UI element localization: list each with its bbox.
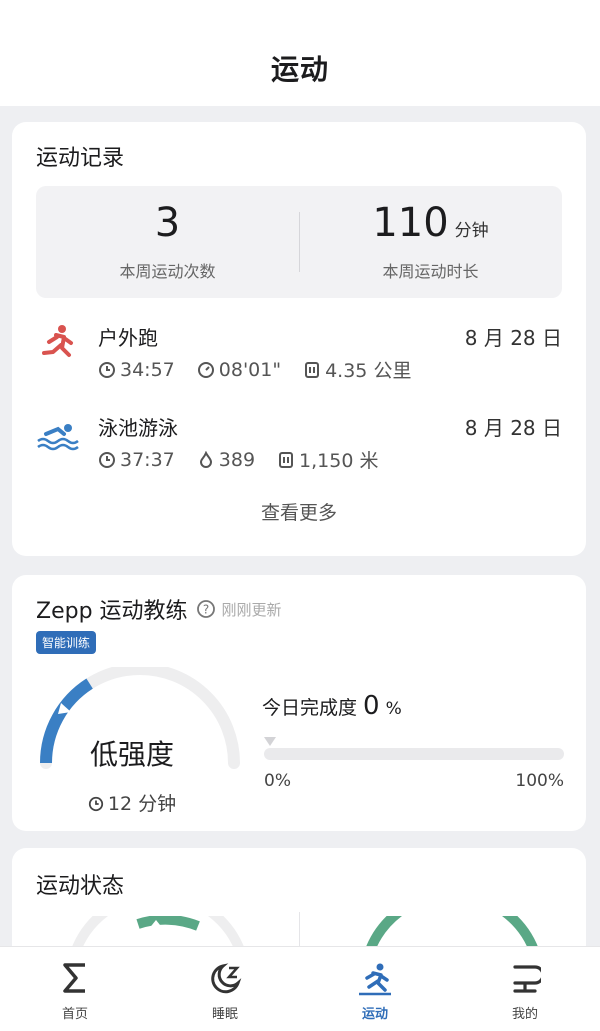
intensity-label: 低强度 xyxy=(89,738,174,771)
weekly-count-label: 本周运动次数 xyxy=(119,262,216,281)
status-title: 运动状态 xyxy=(36,874,125,899)
tab-label: 首页 xyxy=(61,1007,88,1022)
workout-icon xyxy=(359,963,391,996)
record-date: 8 月 28 日 xyxy=(464,326,562,350)
records-title: 运动记录 xyxy=(36,146,125,171)
flame-icon xyxy=(199,450,212,468)
stat-calories: 389 xyxy=(197,446,255,473)
clock-icon xyxy=(99,361,115,378)
record-item-pool-swim[interactable]: 泳池游泳 8 月 28 日 37:37 389 1,150 米 xyxy=(36,412,562,482)
weekly-count: 3 本周运动次数 xyxy=(36,186,299,298)
updated-text: 刚刚更新 xyxy=(221,600,282,619)
coach-card: Zepp 运动教练 ? 刚刚更新 智能训练 低强度 12 分钟 今日完成度 0 %… xyxy=(12,575,586,831)
sleep-icon xyxy=(211,963,242,994)
help-icon[interactable]: ? xyxy=(196,599,216,619)
clock-icon xyxy=(99,451,115,468)
pace-icon xyxy=(197,361,214,378)
weekly-count-value: 3 xyxy=(154,200,181,246)
stat-distance: 1,150 米 xyxy=(277,446,378,473)
record-date: 8 月 28 日 xyxy=(464,416,562,440)
completion-title: 今日完成度 0 % xyxy=(262,691,402,721)
coach-header: Zepp 运动教练 ? 刚刚更新 xyxy=(36,593,282,625)
tab-home[interactable]: 首页 xyxy=(0,947,150,1031)
tab-label: 睡眠 xyxy=(211,1007,238,1022)
record-stats: 37:37 389 1,150 米 xyxy=(98,446,400,473)
tab-label: 运动 xyxy=(361,1007,388,1022)
weekly-duration-value: 110 xyxy=(372,200,449,246)
smart-training-badge: 智能训练 xyxy=(36,631,97,654)
svg-text:?: ? xyxy=(202,603,208,617)
weekly-summary: 3 本周运动次数 110 分钟 本周运动时长 xyxy=(36,186,562,298)
progress-marker xyxy=(264,737,276,746)
profile-icon xyxy=(513,965,541,993)
tab-workout[interactable]: 运动 xyxy=(300,947,450,1031)
swimming-icon xyxy=(36,412,80,456)
clock-icon xyxy=(88,796,104,812)
sigma-icon xyxy=(63,963,85,993)
tab-label: 我的 xyxy=(511,1007,538,1022)
tab-sleep[interactable]: 睡眠 xyxy=(150,947,300,1031)
weekly-duration: 110 分钟 本周运动时长 xyxy=(299,186,562,298)
record-name: 泳池游泳 xyxy=(98,416,178,440)
top-header: 运动 xyxy=(0,0,600,106)
stat-duration: 34:57 xyxy=(98,356,175,383)
weekly-duration-label: 本周运动时长 xyxy=(382,262,479,281)
stat-duration: 37:37 xyxy=(98,446,175,473)
record-stats: 34:57 08'01" 4.35 公里 xyxy=(98,356,433,383)
view-more-link[interactable]: 查看更多 xyxy=(12,498,586,525)
tab-profile[interactable]: 我的 xyxy=(450,947,600,1031)
exercise-records-card: 运动记录 3 本周运动次数 110 分钟 本周运动时长 户外跑 8 月 28 日 … xyxy=(12,122,586,556)
bottom-tab-bar: 首页 睡眠 运动 我的 xyxy=(0,946,600,1031)
coach-title: Zepp 运动教练 xyxy=(36,599,188,624)
record-name: 户外跑 xyxy=(98,326,158,350)
distance-icon xyxy=(279,451,294,468)
progress-max-label: 100% xyxy=(515,771,564,791)
stat-pace: 08'01" xyxy=(197,356,281,383)
completion-value: 0 xyxy=(363,691,380,721)
completion-progress-bar xyxy=(264,748,564,760)
weekly-duration-unit: 分钟 xyxy=(454,221,489,241)
progress-min-label: 0% xyxy=(264,771,291,791)
running-icon xyxy=(36,322,80,366)
page-title: 运动 xyxy=(270,53,329,86)
distance-icon xyxy=(305,361,320,378)
record-item-outdoor-run[interactable]: 户外跑 8 月 28 日 34:57 08'01" 4.35 公里 xyxy=(36,322,562,392)
stat-distance: 4.35 公里 xyxy=(303,356,411,383)
completion-unit: % xyxy=(385,699,402,719)
coach-duration: 12 分钟 xyxy=(12,789,252,816)
